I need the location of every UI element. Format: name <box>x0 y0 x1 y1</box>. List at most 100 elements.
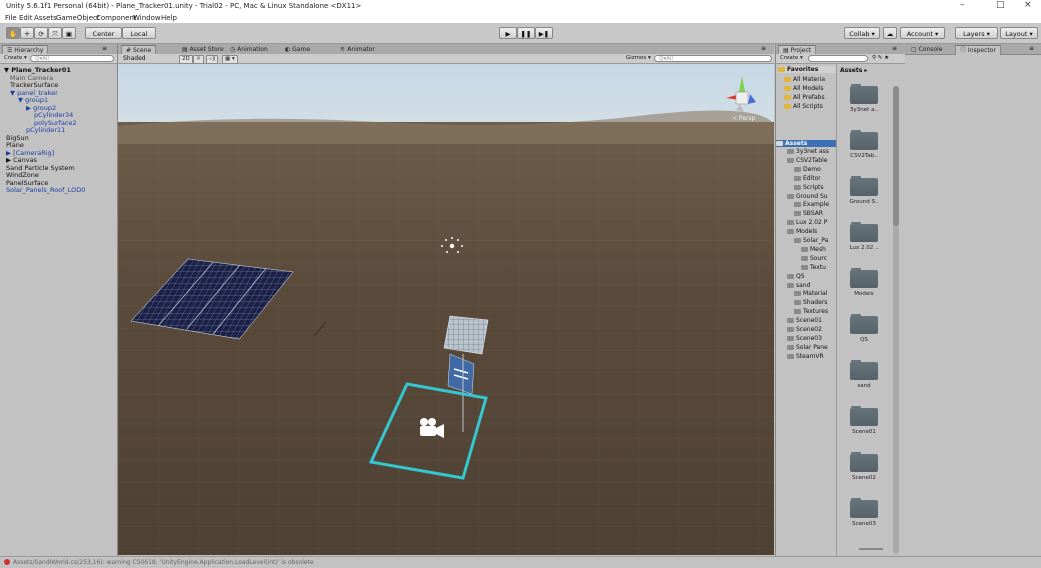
asset-grid-item[interactable]: QS <box>842 314 886 343</box>
assets-tree-item[interactable]: Scene02 <box>787 326 838 333</box>
asset-grid-item[interactable]: CSV2Tab.. <box>842 130 886 159</box>
favorites-item[interactable]: All Scripts <box>784 103 823 110</box>
maximize-icon[interactable]: □ <box>996 0 1005 10</box>
pause-button[interactable]: ❚❚ <box>517 27 535 39</box>
shading-dropdown[interactable]: Shaded <box>123 55 146 62</box>
assets-root[interactable]: Assets <box>776 140 836 147</box>
move-tool-icon[interactable]: ✛ <box>20 27 34 39</box>
hand-tool-icon[interactable]: ✋ <box>6 27 20 39</box>
assets-tree-item[interactable]: Lux 2.02 P <box>787 219 838 226</box>
asset-grid-item[interactable]: sand <box>842 360 886 389</box>
effects-toggle-icon[interactable]: ▦ ▾ <box>222 55 238 64</box>
rect-tool-icon[interactable]: ▣ <box>62 27 76 39</box>
assets-tree-item[interactable]: Shaders <box>794 299 838 306</box>
folder-icon <box>787 335 794 341</box>
menu-help[interactable]: Help <box>161 14 177 22</box>
panel-menu-icon[interactable]: ≡ <box>102 45 107 52</box>
assets-tree-item[interactable]: Scene01 <box>787 317 838 324</box>
assets-tree-item[interactable]: Ground Su <box>787 193 838 200</box>
tab-game[interactable]: ◐ Game <box>281 45 314 54</box>
cloud-icon[interactable]: ☁ <box>883 27 897 39</box>
asset-grid-item[interactable]: Lux 2.02 .. <box>842 222 886 251</box>
assets-tree-item[interactable]: Scripts <box>794 184 838 191</box>
assets-tree-item[interactable]: Models <box>787 228 838 235</box>
menu-edit[interactable]: Edit <box>19 14 33 22</box>
asset-grid-item[interactable]: Scene03 <box>842 498 886 527</box>
assets-tree-item[interactable]: Demo <box>794 166 838 173</box>
asset-grid-item[interactable]: Ground S.. <box>842 176 886 205</box>
project-panel: ▤ Project ≡ Create ▾ ⚲ ✎ ★ Favorites All… <box>775 44 906 556</box>
status-message[interactable]: Assets/SandIWorld.cs(253,16): warning CS… <box>13 559 314 566</box>
close-icon[interactable]: × <box>1024 0 1032 10</box>
scale-tool-icon[interactable]: ⤧ <box>48 27 62 39</box>
menu-component[interactable]: Component <box>96 14 137 22</box>
assets-tree-item[interactable]: Mesh <box>801 246 838 253</box>
collab-button[interactable]: Collab ▾ <box>844 27 880 39</box>
favorites-item[interactable]: All Prefabs <box>784 94 825 101</box>
layout-button[interactable]: Layout ▾ <box>1000 27 1038 39</box>
favorites-header[interactable]: Favorites <box>778 66 836 73</box>
menu-gameobject[interactable]: GameObject <box>56 14 100 22</box>
assets-tree-item[interactable]: Textures <box>794 308 838 315</box>
assets-tree-item[interactable]: sand <box>787 282 838 289</box>
grid-scrollbar[interactable] <box>893 86 899 554</box>
tab-asset-store[interactable]: ▤ Asset Store <box>178 45 228 54</box>
status-bar: Assets/SandIWorld.cs(253,16): warning CS… <box>0 556 1041 568</box>
audio-toggle-icon[interactable]: ◁) <box>206 55 219 64</box>
folder-icon <box>787 327 794 332</box>
layers-button[interactable]: Layers ▾ <box>955 27 998 39</box>
gizmos-dropdown[interactable]: Gizmos ▾ <box>626 55 651 61</box>
assets-tree-item[interactable]: Scene03 <box>787 335 838 342</box>
assets-tree-item[interactable]: CSV2Table <box>787 157 838 164</box>
tab-inspector[interactable]: ⓘ Inspector <box>955 45 1001 55</box>
favorites-item[interactable]: All Models <box>784 85 824 92</box>
assets-tree-item[interactable]: Textu <box>801 264 838 271</box>
assets-tree-item[interactable]: Sourc <box>801 255 838 262</box>
persp-label[interactable]: ≺ Persp <box>732 115 755 122</box>
filter-icon[interactable]: ⚲ ✎ ★ <box>872 55 889 61</box>
asset-grid-item[interactable]: Scene01 <box>842 406 886 435</box>
assets-tree-item[interactable]: Solar_Pa <box>794 237 838 244</box>
asset-grid-item[interactable]: 3y3net a.. <box>842 84 886 113</box>
lighting-toggle-icon[interactable]: ☼ <box>193 55 204 64</box>
pivot-local-button[interactable]: Local <box>122 27 156 39</box>
assets-tree-item[interactable]: 3y3net ass <box>787 148 838 155</box>
project-create-button[interactable]: Create ▾ <box>778 55 805 62</box>
asset-grid-item[interactable]: Scene02 <box>842 452 886 481</box>
step-button[interactable]: ▶❚ <box>535 27 553 39</box>
rotate-tool-icon[interactable]: ⟳ <box>34 27 48 39</box>
assets-tree-item[interactable]: Editor <box>794 175 838 182</box>
account-button[interactable]: Account ▾ <box>900 27 945 39</box>
assets-tree-item[interactable]: SteamVR <box>787 353 838 360</box>
tab-console[interactable]: ▢ Console <box>907 45 946 54</box>
icon-size-slider[interactable] <box>859 548 883 550</box>
hierarchy-search-input[interactable]: Q▾All <box>30 55 114 62</box>
grid-breadcrumb[interactable]: Assets ▸ <box>840 67 867 74</box>
hierarchy-item[interactable]: pCylinder11 <box>26 126 65 134</box>
menu-window[interactable]: Window <box>133 14 161 22</box>
assets-tree-item[interactable]: Example <box>794 201 838 208</box>
panel-menu-icon[interactable]: ≡ <box>1029 45 1034 52</box>
panel-menu-icon[interactable]: ≡ <box>761 45 766 52</box>
scene-viewport[interactable]: ≺ Persp <box>118 64 774 555</box>
project-search-input[interactable] <box>808 55 868 62</box>
minimize-icon[interactable]: – <box>960 0 965 10</box>
assets-tree-item[interactable]: SBSAR <box>794 210 838 217</box>
pivot-center-button[interactable]: Center <box>85 27 122 39</box>
panel-menu-icon[interactable]: ≡ <box>892 45 897 52</box>
menu-assets[interactable]: Assets <box>34 14 57 22</box>
hierarchy-item[interactable]: Solar_Panels_Roof_LOD0 <box>6 186 85 194</box>
assets-tree-item[interactable]: Material <box>794 290 838 297</box>
2d-toggle[interactable]: 2D <box>179 55 193 64</box>
play-button[interactable]: ▶ <box>499 27 517 39</box>
tab-animator[interactable]: ⚟ Animator <box>336 45 379 54</box>
assets-tree-item[interactable]: Solar Pane <box>787 344 838 351</box>
asset-grid-item[interactable]: Models <box>842 268 886 297</box>
hierarchy-create-button[interactable]: Create ▾ <box>2 55 29 62</box>
tab-animation[interactable]: ◷ Animation <box>226 45 272 54</box>
assets-tree-item[interactable]: QS <box>787 273 838 280</box>
favorites-item[interactable]: All Materia <box>784 76 825 83</box>
scene-search-input[interactable]: Q▾All <box>654 55 772 62</box>
menu-file[interactable]: File <box>5 14 17 22</box>
scrollbar-thumb[interactable] <box>893 86 899 226</box>
